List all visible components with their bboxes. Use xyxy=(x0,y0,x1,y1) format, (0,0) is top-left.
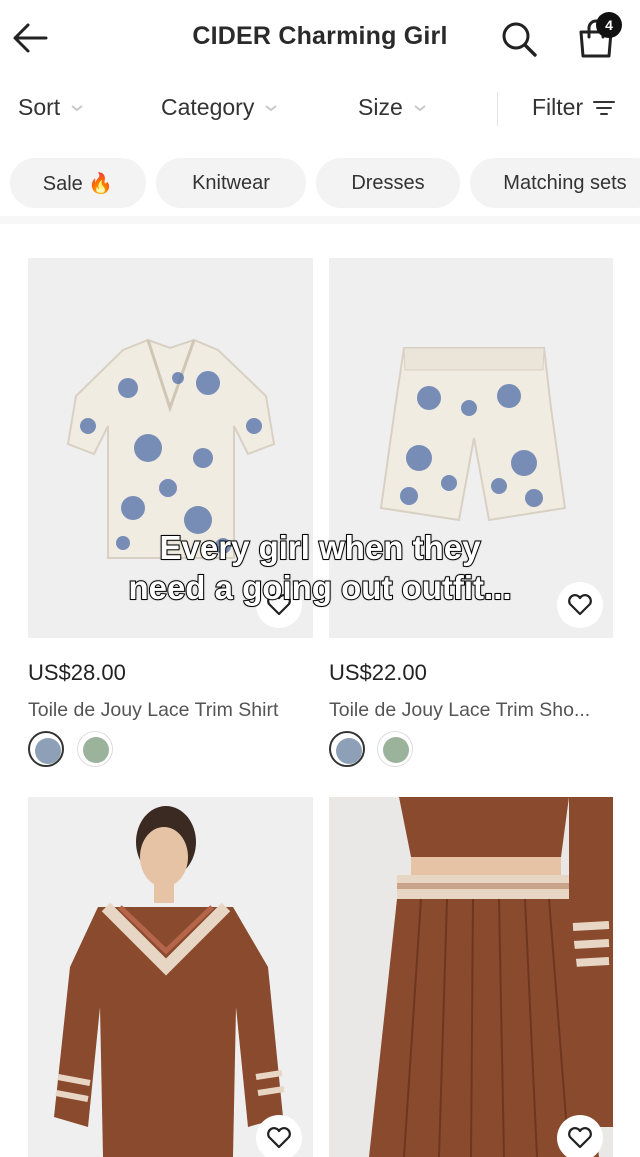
product-image[interactable] xyxy=(28,797,313,1157)
chip-knitwear[interactable]: Knitwear xyxy=(156,158,306,208)
top-app-bar: CIDER Charming Girl 4 xyxy=(0,0,640,78)
back-button[interactable] xyxy=(10,20,50,56)
chip-dresses[interactable]: Dresses xyxy=(316,158,460,208)
knit-sweater-dress-image xyxy=(54,806,285,1157)
color-swatch[interactable] xyxy=(377,731,413,767)
product-name[interactable]: Toile de Jouy Lace Trim Sho... xyxy=(329,699,613,722)
search-icon xyxy=(502,22,537,57)
chevron-down-icon xyxy=(71,104,83,111)
product-price: US$28.00 xyxy=(28,660,126,685)
color-swatch[interactable] xyxy=(77,731,113,767)
video-caption-overlay: Every girl when they need a going out ou… xyxy=(40,528,600,608)
section-divider xyxy=(0,216,640,224)
sort-filter-bar: Sort Category Size Filter xyxy=(0,80,640,136)
category-dropdown[interactable]: Category xyxy=(161,94,278,121)
wishlist-button[interactable] xyxy=(256,1115,302,1157)
color-swatch[interactable] xyxy=(329,731,365,767)
filter-label: Filter xyxy=(532,94,584,120)
pleated-knit-skirt-image xyxy=(329,797,613,1157)
sort-dropdown[interactable]: Sort xyxy=(18,94,84,121)
size-label: Size xyxy=(358,94,403,120)
wishlist-button[interactable] xyxy=(557,1115,603,1157)
category-label: Category xyxy=(161,94,255,120)
product-name[interactable]: Toile de Jouy Lace Trim Shirt xyxy=(28,699,313,722)
filter-button[interactable]: Filter xyxy=(532,94,616,121)
caption-line-1: Every girl when they xyxy=(159,528,482,567)
chip-matching-sets[interactable]: Matching sets xyxy=(470,158,640,208)
divider xyxy=(497,92,498,126)
caption-line-2: need a going out outfit... xyxy=(127,568,512,607)
category-chips: Sale 🔥 Knitwear Dresses Matching sets xyxy=(0,158,640,210)
color-swatch[interactable] xyxy=(28,731,64,767)
chip-sale[interactable]: Sale 🔥 xyxy=(10,158,146,208)
chevron-down-icon xyxy=(265,104,277,111)
filter-icon xyxy=(593,100,616,115)
cart-count-badge: 4 xyxy=(596,12,622,38)
heart-icon xyxy=(568,1127,592,1149)
sort-label: Sort xyxy=(18,94,61,120)
chevron-down-icon xyxy=(414,104,426,111)
product-price: US$22.00 xyxy=(329,660,427,685)
page-title: CIDER Charming Girl xyxy=(192,22,448,50)
search-button[interactable] xyxy=(498,18,540,60)
back-arrow-icon xyxy=(13,23,48,53)
product-image[interactable] xyxy=(329,797,613,1157)
heart-icon xyxy=(267,1127,291,1149)
size-dropdown[interactable]: Size xyxy=(358,94,427,121)
